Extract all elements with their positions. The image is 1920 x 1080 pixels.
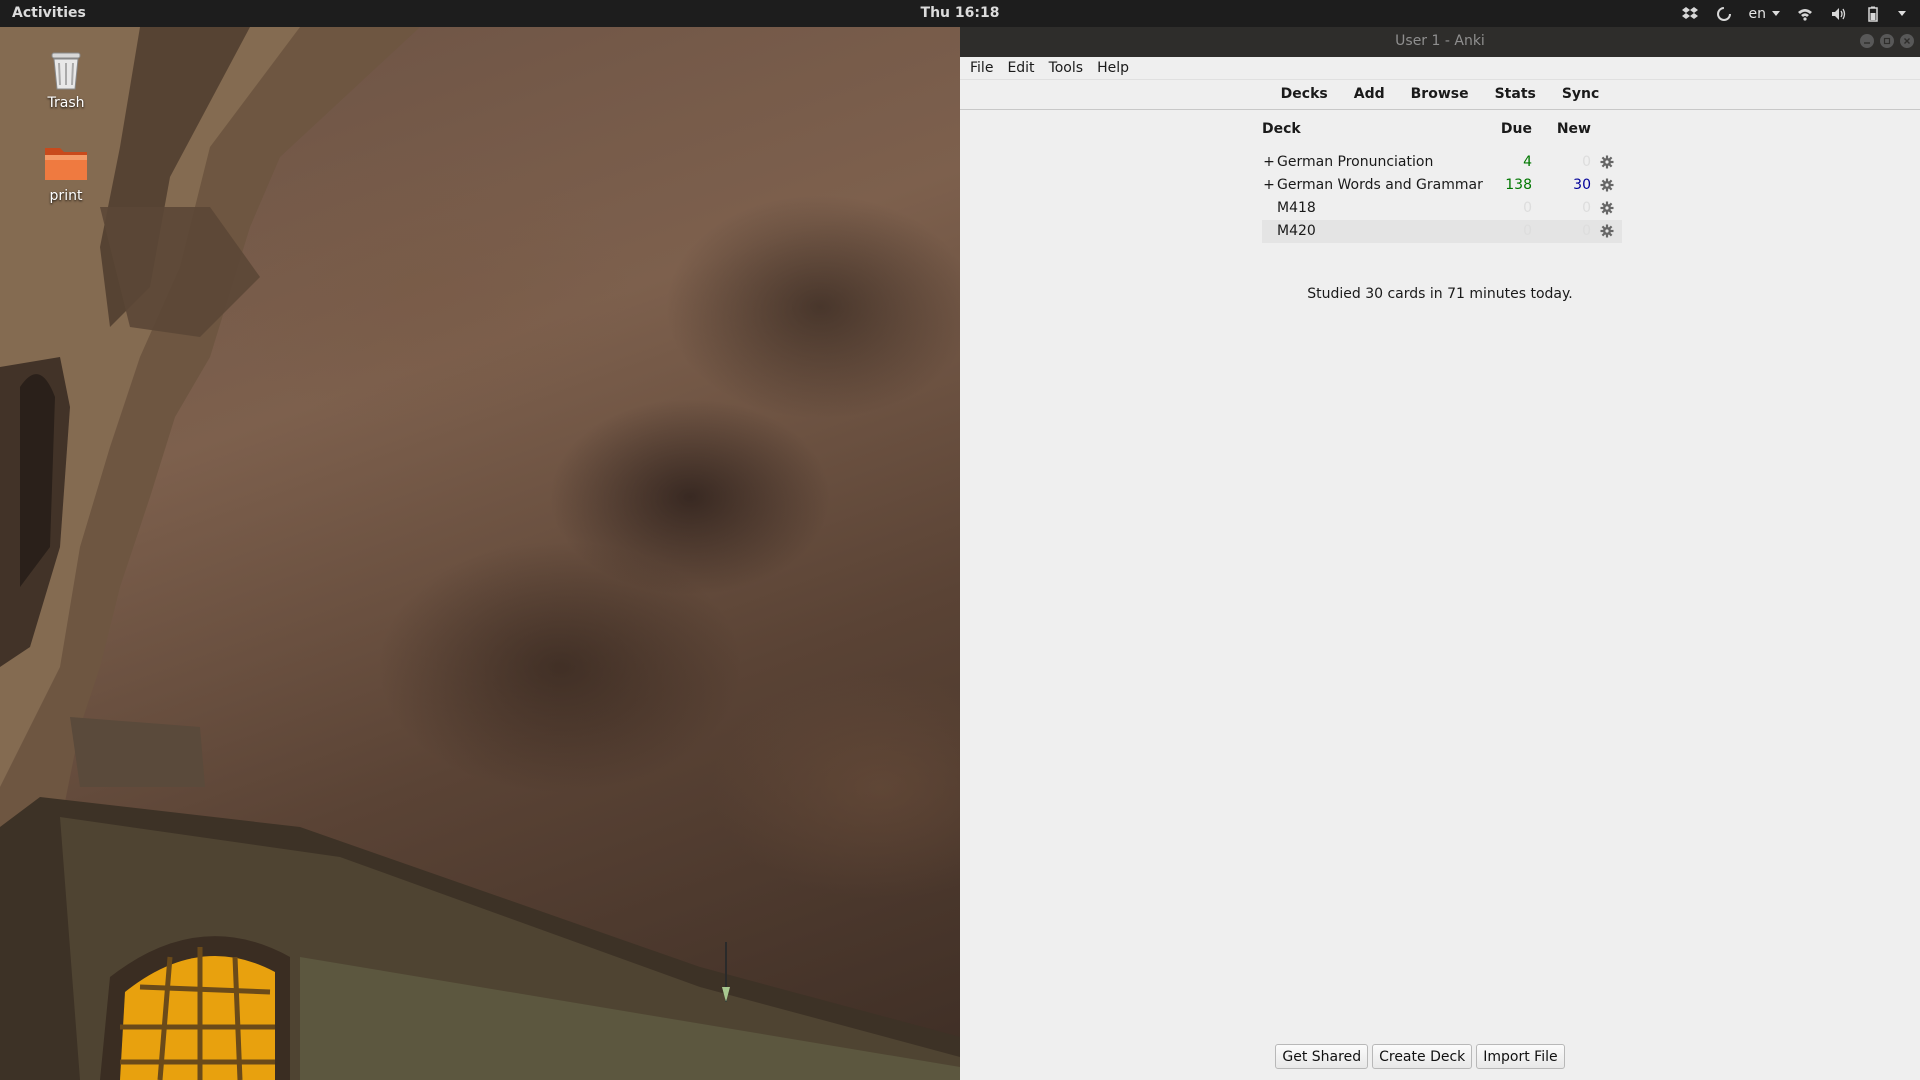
window-titlebar[interactable]: User 1 - Anki	[960, 27, 1920, 57]
expand-deck-button[interactable]: +	[1263, 177, 1275, 193]
desktop-icon-print[interactable]: print	[26, 138, 106, 204]
menu-file-label: File	[970, 60, 994, 76]
header-new: New	[1556, 121, 1591, 137]
deck-due-count: 0	[1523, 200, 1532, 216]
deck-name-link[interactable]: German Pronunciation	[1277, 154, 1433, 170]
toolbar-browse[interactable]: Browse	[1398, 86, 1482, 102]
minimize-button[interactable]	[1860, 34, 1874, 48]
deck-name-link[interactable]: M420	[1277, 223, 1316, 239]
wifi-icon[interactable]	[1796, 5, 1814, 23]
minimize-icon	[1864, 42, 1870, 44]
desktop-icon-label: print	[49, 188, 83, 204]
deck-table-header: Deck Due New	[1262, 117, 1622, 141]
menu-help[interactable]: Help	[1097, 60, 1129, 76]
desktop-icon-label: Trash	[47, 95, 85, 111]
deck-new-count: 0	[1582, 223, 1591, 239]
toolbar-add[interactable]: Add	[1341, 86, 1398, 102]
system-tray: en	[1681, 3, 1906, 24]
deck-name-link[interactable]: German Words and Grammar	[1277, 177, 1483, 193]
desktop-icon-trash[interactable]: Trash	[26, 45, 106, 111]
gear-icon[interactable]	[1600, 155, 1614, 169]
chevron-down-icon	[1772, 11, 1780, 16]
menu-file[interactable]: File	[970, 60, 993, 76]
get-shared-button[interactable]: Get Shared	[1275, 1044, 1369, 1069]
menu-bar: File Edit Tools Help	[960, 57, 1920, 80]
expand-deck-button[interactable]: +	[1263, 154, 1275, 170]
wallpaper-scene	[0, 27, 960, 1080]
bottom-button-bar: Get Shared Create Deck Import File	[0, 1044, 1920, 1069]
language-selector[interactable]: en	[1748, 5, 1780, 22]
toolbar-sync[interactable]: Sync	[1549, 86, 1612, 102]
window-controls	[1860, 34, 1914, 48]
toolbar-stats[interactable]: Stats	[1482, 86, 1549, 102]
menu-tools[interactable]: Tools	[1049, 60, 1084, 76]
maximize-button[interactable]	[1880, 34, 1894, 48]
gear-icon[interactable]	[1600, 201, 1614, 215]
deck-new-count: 0	[1582, 200, 1591, 216]
menu-edit-label: Edit	[1007, 60, 1035, 76]
folder-icon	[42, 138, 90, 186]
deck-row: + German Pronunciation 4 0	[1262, 151, 1622, 174]
deck-due-count: 138	[1505, 177, 1532, 193]
toolbar-decks[interactable]: Decks	[1268, 86, 1341, 102]
window-title: User 1 - Anki	[1395, 33, 1485, 49]
header-deck: Deck	[1262, 121, 1301, 137]
trash-icon	[42, 45, 90, 93]
main-toolbar: Decks Add Browse Stats Sync	[960, 80, 1920, 110]
dropbox-icon[interactable]	[1681, 5, 1699, 23]
import-file-button[interactable]: Import File	[1476, 1044, 1565, 1069]
deck-row-current: M420 0 0	[1262, 220, 1622, 243]
menu-help-label: Help	[1097, 60, 1129, 76]
gear-icon[interactable]	[1600, 224, 1614, 238]
deck-new-count: 0	[1582, 154, 1591, 170]
deck-due-count: 4	[1523, 154, 1532, 170]
deck-row: M418 0 0	[1262, 197, 1622, 220]
deck-row: + German Words and Grammar 138 30	[1262, 174, 1622, 197]
volume-icon[interactable]	[1830, 5, 1848, 23]
close-button[interactable]	[1900, 34, 1914, 48]
menu-edit[interactable]: Edit	[1007, 60, 1034, 76]
menu-tools-label: Tools	[1048, 60, 1084, 76]
activities-button[interactable]: Activities	[12, 5, 86, 21]
deck-new-count: 30	[1573, 177, 1591, 193]
sync-spinner-icon[interactable]	[1715, 5, 1733, 23]
system-menu-chevron-icon[interactable]	[1898, 11, 1906, 16]
desktop-wallpaper: Trash print	[0, 27, 960, 1080]
create-deck-button[interactable]: Create Deck	[1372, 1044, 1473, 1069]
close-icon	[1904, 38, 1910, 44]
deck-table: Deck Due New + German Pronunciation 4 0 …	[1262, 117, 1622, 243]
header-due: Due	[1500, 121, 1532, 137]
maximize-icon	[1883, 37, 1891, 45]
deck-name-link[interactable]: M418	[1277, 200, 1316, 216]
study-summary: Studied 30 cards in 71 minutes today.	[1307, 286, 1573, 302]
battery-icon[interactable]	[1864, 5, 1882, 23]
gear-icon[interactable]	[1600, 178, 1614, 192]
language-label: en	[1748, 5, 1767, 22]
clock[interactable]: Thu 16:18	[921, 5, 1000, 21]
deck-due-count: 0	[1523, 223, 1532, 239]
top-bar: Activities Thu 16:18 en	[0, 0, 1920, 27]
